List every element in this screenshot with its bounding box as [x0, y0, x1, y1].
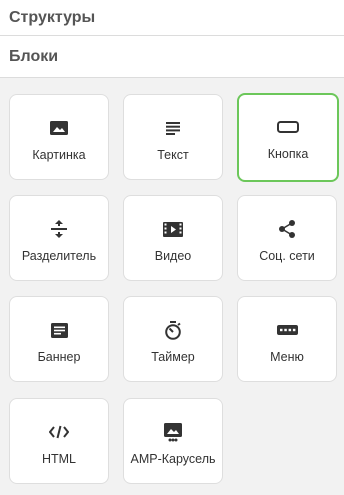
- timer-icon: [162, 320, 184, 340]
- block-tile-video[interactable]: Видео: [123, 195, 223, 281]
- block-tile-image[interactable]: Картинка: [9, 94, 109, 180]
- image-icon: [48, 119, 70, 137]
- text-icon: [162, 119, 184, 137]
- block-label: Меню: [270, 350, 304, 364]
- block-label: Соц. сети: [259, 249, 315, 263]
- block-label: Баннер: [37, 350, 81, 364]
- carousel-icon: [162, 422, 184, 441]
- block-tile-divider[interactable]: Разделитель: [9, 195, 109, 281]
- blocks-section-header[interactable]: Блоки: [0, 36, 344, 78]
- block-tile-timer[interactable]: Таймер: [123, 296, 223, 382]
- banner-icon: [48, 321, 70, 339]
- blocks-grid: Картинка Текст Кнопка Разделитель Видео …: [0, 78, 344, 484]
- structures-section-header[interactable]: Структуры: [0, 0, 344, 36]
- blocks-title: Блоки: [9, 47, 59, 65]
- block-tile-social[interactable]: Соц. сети: [237, 195, 337, 281]
- block-label: Видео: [154, 249, 192, 263]
- menu-icon: [276, 321, 298, 339]
- block-label: Картинка: [32, 148, 86, 162]
- block-label: AMP-Карусель: [130, 452, 216, 466]
- block-label: Текст: [157, 148, 189, 162]
- block-tile-html[interactable]: HTML: [9, 398, 109, 484]
- divider-icon: [48, 220, 70, 238]
- block-tile-amp-carousel[interactable]: AMP-Карусель: [123, 398, 223, 484]
- block-label: Разделитель: [21, 249, 97, 263]
- structures-title: Структуры: [9, 8, 96, 26]
- block-label: Таймер: [151, 350, 195, 364]
- block-label: Кнопка: [267, 147, 309, 161]
- block-label: HTML: [41, 452, 77, 466]
- share-icon: [276, 220, 298, 238]
- block-tile-banner[interactable]: Баннер: [9, 296, 109, 382]
- block-tile-button[interactable]: Кнопка: [237, 93, 339, 182]
- code-icon: [48, 423, 70, 441]
- video-icon: [162, 220, 184, 238]
- button-icon: [277, 118, 299, 136]
- block-tile-text[interactable]: Текст: [123, 94, 223, 180]
- block-tile-menu[interactable]: Меню: [237, 296, 337, 382]
